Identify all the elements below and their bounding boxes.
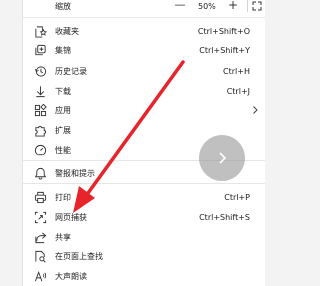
menu-item-web-capture[interactable]: 网页捕获 Ctrl+Shift+S [23,206,265,228]
chevron-right-icon [253,106,258,114]
menu-item-history[interactable]: 历史记录 Ctrl+H [23,60,265,82]
menu-divider [23,183,265,184]
menu-item-label: 共享 [55,232,71,242]
web-capture-icon [33,210,47,224]
extensions-icon [33,123,47,137]
menu-item-find[interactable]: 在页面上查找 [23,245,265,267]
menu-item-label: 网页捕获 [55,212,87,222]
menu-item-shortcut: Ctrl+H [223,66,250,76]
menu-item-shortcut: Ctrl+Shift+S [199,212,250,222]
menu-item-label: 打印 [55,192,71,202]
alerts-icon [33,166,47,180]
share-icon [33,230,47,244]
next-page-button[interactable] [199,135,245,181]
apps-icon [33,103,47,117]
menu-item-label: 性能 [55,145,71,155]
zoom-row: 缩放 — 50% + [23,0,265,14]
zoom-value: 50% [198,2,216,11]
menu-item-shortcut: Ctrl+P [224,192,250,202]
chevron-right-icon [219,152,227,164]
favorites-icon [33,24,47,38]
zoom-label: 缩放 [55,2,71,11]
menu-divider [23,17,265,18]
print-icon [33,190,47,204]
browser-window: 缩放 — 50% + 收藏夹 Ctrl+Shift+O 集锦 Ctrl+Shif… [0,0,265,286]
zoom-in-button[interactable]: + [226,0,240,12]
menu-item-apps[interactable]: 应用 [23,99,265,121]
settings-menu: 缩放 — 50% + 收藏夹 Ctrl+Shift+O 集锦 Ctrl+Shif… [22,0,265,286]
menu-item-label: 应用 [55,105,71,115]
menu-item-label: 集锦 [55,45,71,55]
menu-item-label: 大声朗读 [55,271,87,281]
zoom-divider [247,0,248,12]
performance-icon [33,143,47,157]
history-icon [33,64,47,78]
menu-item-label: 收藏夹 [55,26,79,36]
menu-item-label: 在页面上查找 [55,251,103,261]
zoom-out-button[interactable]: — [173,0,187,12]
menu-item-label: 下载 [55,86,71,96]
fullscreen-icon[interactable] [252,1,262,11]
find-icon [33,249,47,263]
collections-icon [33,43,47,57]
menu-item-read-aloud[interactable]: 大声朗读 [23,265,265,286]
menu-item-shortcut: Ctrl+Shift+Y [199,45,250,55]
menu-item-label: 历史记录 [55,66,87,76]
download-icon [33,84,47,98]
menu-item-label: 扩展 [55,125,71,135]
menu-item-shortcut: Ctrl+Shift+O [197,26,250,36]
menu-item-collections[interactable]: 集锦 Ctrl+Shift+Y [23,39,265,61]
menu-item-label: 警报和提示 [55,168,95,178]
menu-item-print[interactable]: 打印 Ctrl+P [23,186,265,208]
zoom-icon [33,0,47,14]
menu-item-shortcut: Ctrl+J [226,86,250,96]
read-aloud-icon [33,269,47,283]
